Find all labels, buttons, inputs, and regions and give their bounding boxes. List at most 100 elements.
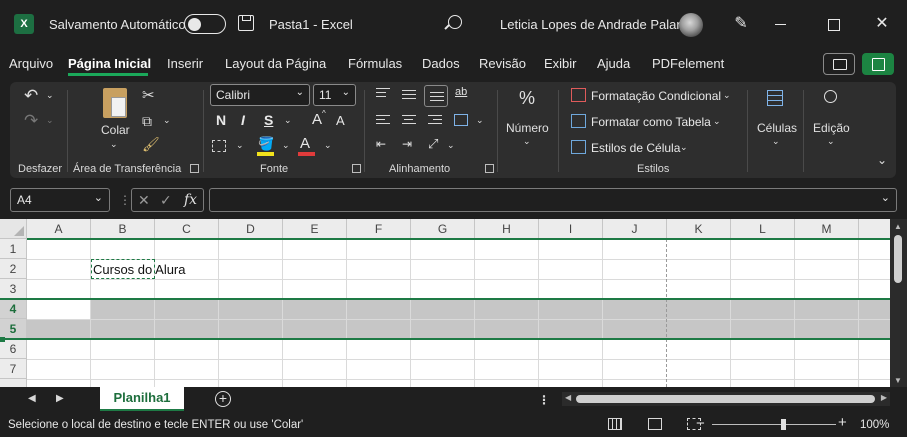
conditional-formatting-button[interactable]: Formatação Condicional [591, 89, 721, 103]
font-launcher-icon[interactable] [352, 164, 361, 173]
shrink-font-button[interactable]: A [336, 113, 345, 128]
worksheet-grid[interactable]: A B C D E F G H I J K L M 1 2 3 4 5 6 7 … [0, 219, 890, 387]
align-top-icon[interactable] [376, 88, 390, 100]
column-header[interactable]: J [603, 219, 667, 239]
row-header[interactable]: 2 [0, 259, 27, 279]
fill-color-dropdown-icon[interactable]: ⌄ [282, 140, 290, 151]
editing-button[interactable]: Edição [813, 121, 850, 135]
minimize-button[interactable] [766, 10, 796, 38]
column-header[interactable]: G [411, 219, 475, 239]
row-header[interactable]: 1 [0, 239, 27, 259]
format-as-table-button[interactable]: Formatar como Tabela [591, 115, 711, 129]
align-left-icon[interactable] [376, 115, 390, 127]
column-header[interactable]: C [155, 219, 219, 239]
column-header[interactable] [859, 219, 890, 239]
save-icon[interactable] [238, 15, 254, 31]
pen-icon[interactable]: ✎ [730, 13, 752, 35]
orientation-icon[interactable]: ⤢ [428, 136, 438, 152]
cell-b2[interactable]: Cursos do Alura [93, 262, 186, 277]
copy-dropdown-icon[interactable]: ⌄ [163, 115, 171, 126]
align-middle-icon[interactable] [402, 90, 416, 102]
scroll-up-icon[interactable]: ▲ [894, 222, 902, 231]
search-icon[interactable] [448, 15, 462, 29]
increase-indent-icon[interactable]: ⇥ [402, 137, 412, 151]
format-painter-icon[interactable]: 🖌 [142, 136, 160, 153]
paste-dropdown-icon[interactable]: ⌄ [110, 139, 118, 150]
autosave-toggle[interactable] [184, 14, 226, 34]
find-icon[interactable] [824, 90, 837, 103]
column-header[interactable]: E [283, 219, 347, 239]
column-header[interactable]: L [731, 219, 795, 239]
menu-formulas[interactable]: Fórmulas [348, 56, 402, 71]
avatar[interactable] [679, 13, 703, 37]
vertical-scroll-thumb[interactable] [894, 235, 902, 283]
maximize-button[interactable] [818, 10, 848, 38]
zoom-level[interactable]: 100% [860, 419, 889, 431]
font-color-dropdown-icon[interactable]: ⌄ [324, 140, 332, 151]
column-header[interactable]: B [91, 219, 155, 239]
menu-revisao[interactable]: Revisão [479, 56, 526, 71]
menu-pdfelement[interactable]: PDFelement [652, 56, 724, 71]
menu-inserir[interactable]: Inserir [167, 56, 203, 71]
cells-icon[interactable] [767, 90, 783, 106]
row-header[interactable]: 6 [0, 339, 27, 359]
cancel-icon[interactable]: ✕ [138, 192, 150, 209]
horizontal-scrollbar[interactable]: ◀ ▶ [562, 392, 890, 406]
next-sheet-icon[interactable]: ▶ [56, 393, 64, 404]
menu-pagina-inicial[interactable]: Página Inicial [68, 56, 151, 71]
cells-dropdown-icon[interactable]: ⌄ [772, 136, 780, 147]
percent-icon[interactable]: % [519, 88, 535, 109]
menu-arquivo[interactable]: Arquivo [9, 56, 53, 71]
prev-sheet-icon[interactable]: ◀ [28, 393, 36, 404]
row-header-selected[interactable]: 4 [0, 299, 27, 319]
menu-ajuda[interactable]: Ajuda [597, 56, 630, 71]
borders-dropdown-icon[interactable]: ⌄ [236, 140, 244, 151]
formula-input[interactable]: ⌄ [209, 188, 897, 212]
scroll-left-icon[interactable]: ◀ [565, 393, 571, 402]
merge-center-icon[interactable] [454, 114, 468, 126]
row-header[interactable]: 3 [0, 279, 27, 299]
select-all-button[interactable] [0, 219, 27, 239]
orientation-dropdown-icon[interactable]: ⌄ [447, 140, 455, 151]
chevron-down-icon[interactable]: ⌄ [723, 90, 731, 101]
fill-handle[interactable] [0, 337, 5, 342]
merge-dropdown-icon[interactable]: ⌄ [476, 115, 484, 126]
underline-dropdown-icon[interactable]: ⌄ [284, 115, 292, 126]
clipboard-launcher-icon[interactable] [190, 164, 199, 173]
copy-icon[interactable]: ⧉ [142, 113, 152, 130]
fill-color-icon[interactable]: 🪣 [258, 136, 274, 152]
zoom-slider-knob[interactable] [781, 419, 786, 430]
decrease-indent-icon[interactable]: ⇤ [376, 137, 386, 151]
cells-button[interactable]: Células [757, 121, 797, 135]
menu-dados[interactable]: Dados [422, 56, 460, 71]
zoom-slider[interactable] [712, 424, 836, 425]
chevron-down-icon[interactable]: ⌄ [713, 116, 721, 127]
comments-button[interactable] [823, 53, 855, 75]
row-header[interactable] [0, 379, 27, 387]
bold-button[interactable]: N [216, 112, 226, 128]
row-header-selected[interactable]: 5 [0, 319, 27, 339]
font-color-icon[interactable]: A [300, 135, 310, 152]
row-header[interactable]: 7 [0, 359, 27, 379]
column-header[interactable]: M [795, 219, 859, 239]
underline-button[interactable]: S [264, 112, 273, 128]
italic-button[interactable]: I [241, 112, 245, 128]
close-button[interactable]: ✕ [867, 10, 897, 38]
collapse-ribbon-icon[interactable]: ⌄ [877, 153, 887, 167]
undo-icon[interactable]: ↶ [24, 86, 38, 106]
insert-function-icon[interactable]: fx [184, 192, 197, 208]
menu-exibir[interactable]: Exibir [544, 56, 577, 71]
add-sheet-button[interactable]: + [215, 391, 231, 407]
font-size-select[interactable]: 11 ⌄ [313, 84, 356, 106]
zoom-in-button[interactable]: + [838, 414, 847, 431]
paste-label[interactable]: Colar [101, 123, 130, 137]
zoom-out-button[interactable]: − [696, 415, 705, 432]
align-right-icon[interactable] [428, 115, 442, 127]
editing-dropdown-icon[interactable]: ⌄ [827, 136, 835, 147]
align-center-icon[interactable] [402, 115, 416, 127]
horizontal-scroll-thumb[interactable] [576, 395, 875, 403]
paste-icon[interactable] [103, 88, 127, 118]
user-name[interactable]: Leticia Lopes de Andrade Palaro [500, 17, 688, 32]
active-cell-a4[interactable] [27, 299, 91, 319]
scroll-right-icon[interactable]: ▶ [881, 393, 887, 402]
